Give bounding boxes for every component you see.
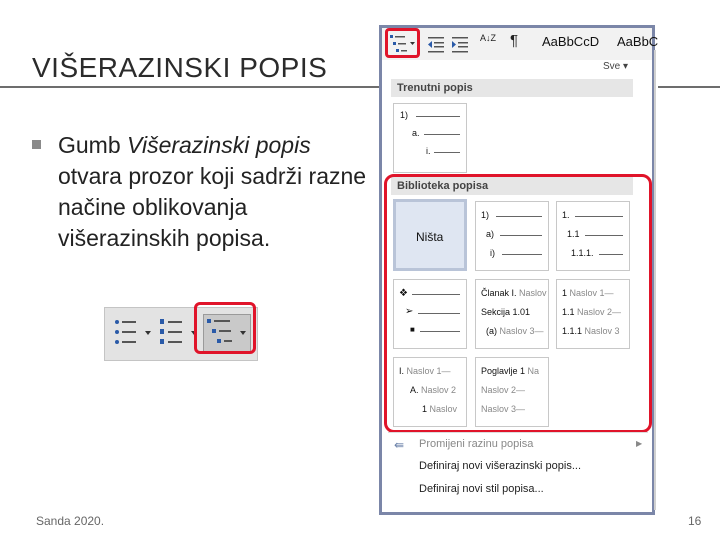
slide-title: VIŠERAZINSKI POPIS [32, 52, 328, 83]
decrease-indent-icon [428, 37, 444, 53]
window-edge [654, 50, 656, 510]
show-all-dropdown[interactable]: Sve ▾ [603, 61, 628, 72]
style-normal[interactable]: AaBbCcD [542, 34, 599, 58]
menu-define-multilevel-list[interactable]: Definiraj novi višerazinski popis... [419, 460, 581, 472]
numbering-icon [160, 319, 197, 344]
bullet-text: Gumb Višerazinski popis otvara prozor ko… [58, 130, 378, 254]
ribbon-strip: A↓Z ¶ AaBbCcD AaBbC [382, 28, 658, 60]
change-level-icon: ⇚ [394, 438, 405, 452]
level-line [434, 152, 460, 153]
menu-divider [388, 432, 648, 433]
ribbon-button-highlight [385, 28, 420, 58]
bullet-emphasis: Višerazinski popis [127, 132, 311, 158]
bullets-button[interactable] [111, 314, 153, 352]
style-nospacing[interactable]: AaBbC [617, 34, 658, 58]
level-2-label: a. [412, 128, 420, 138]
bullets-icon [115, 320, 151, 344]
title-rule [0, 86, 384, 88]
pilcrow-icon: ¶ [510, 32, 519, 49]
footer-author: Sanda 2020. [36, 514, 105, 528]
decrease-indent-button[interactable] [426, 32, 446, 56]
current-list-header: Trenutni popis [391, 79, 633, 97]
menu-define-list-style[interactable]: Definiraj novi stil popisa... [419, 483, 544, 495]
submenu-arrow-icon: ▶ [636, 439, 643, 448]
page-number: 16 [688, 514, 702, 528]
multilevel-button-highlight [194, 302, 256, 354]
level-line [416, 116, 460, 117]
current-list-tile[interactable]: 1) a. i. [393, 103, 467, 173]
title-rule-right [658, 86, 720, 88]
numbering-button[interactable] [157, 314, 199, 352]
sort-icon: A↓Z [480, 33, 497, 43]
bullet-intro: Gumb [58, 132, 128, 158]
sort-button[interactable]: A↓Z [480, 33, 498, 57]
bullet-marker [32, 140, 41, 149]
list-library-highlight [384, 174, 652, 433]
bullet-rest: otvara prozor koji sadrži razne načine o… [58, 163, 367, 251]
level-1-label: 1) [400, 110, 409, 120]
show-formatting-button[interactable]: ¶ [510, 32, 526, 56]
level-line [424, 134, 460, 135]
menu-change-list-level[interactable]: Promijeni razinu popisa [419, 438, 533, 450]
increase-indent-button[interactable] [450, 32, 470, 56]
level-3-label: i. [426, 146, 431, 156]
increase-indent-icon [452, 37, 468, 53]
